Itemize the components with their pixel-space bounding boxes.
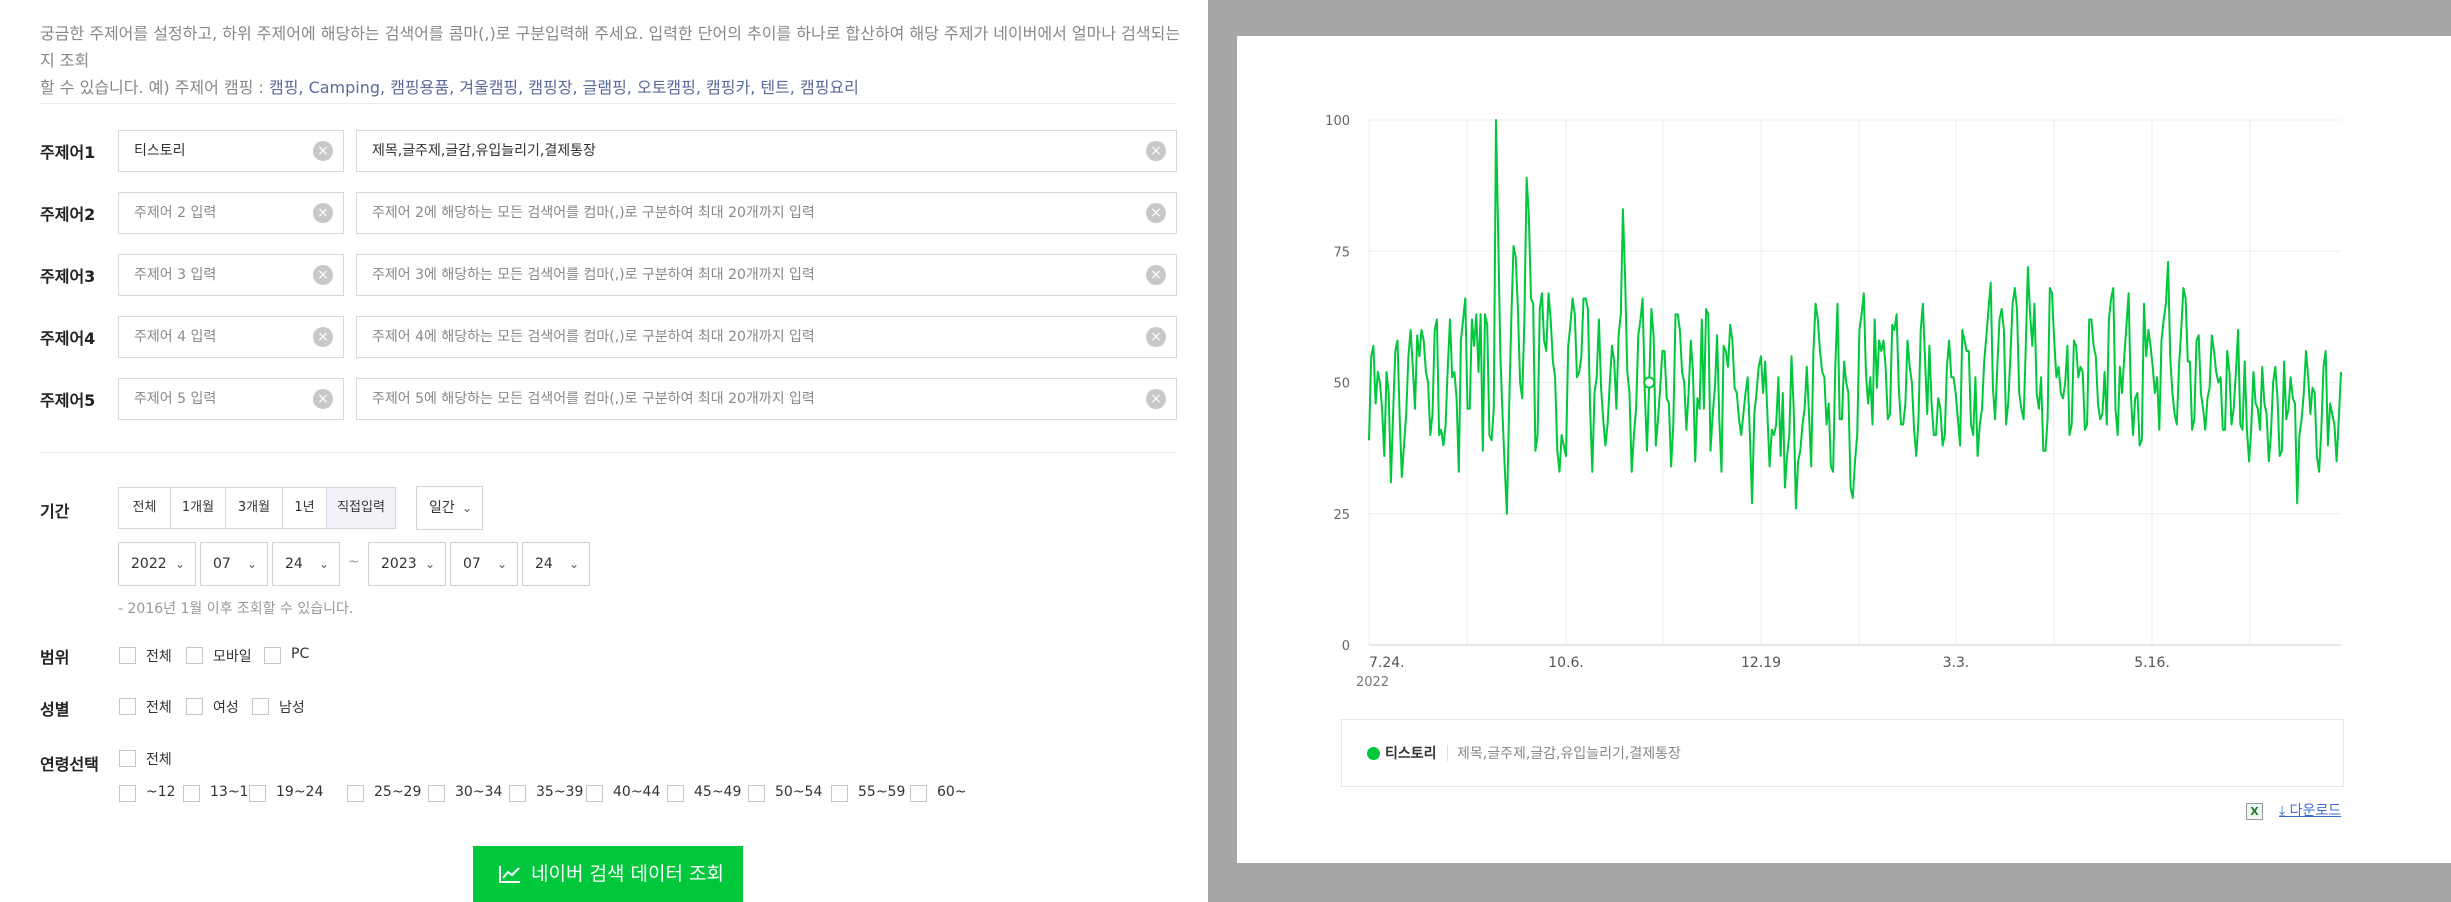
x-tick-label: 7.24. xyxy=(1369,655,1405,671)
legend-series-name: 티스토리 xyxy=(1385,746,1437,762)
x-tick-label: 5.16. xyxy=(2134,655,2170,671)
chart-legend: 티스토리 제목,글주제,글감,유입늘리기,결제통장 xyxy=(1341,719,2344,787)
series-line-tistory xyxy=(1368,119,2342,515)
y-tick-label: 25 xyxy=(1333,508,1350,523)
y-tick-label: 75 xyxy=(1333,245,1350,260)
download-label: 다운로드 xyxy=(2289,803,2342,819)
download-link[interactable]: ⤓ 다운로드 xyxy=(2279,800,2341,820)
y-tick-label: 50 xyxy=(1333,377,1350,392)
hover-marker xyxy=(1643,376,1656,389)
y-tick-label: 100 xyxy=(1325,114,1350,129)
legend-keywords: 제목,글주제,글감,유입늘리기,결제통장 xyxy=(1457,746,1681,762)
x-tick-label: 10.6. xyxy=(1548,655,1584,671)
x-tick-label: 12.19 xyxy=(1741,655,1781,671)
x-tick-sublabel: 2022 xyxy=(1356,675,1389,690)
y-tick-label: 0 xyxy=(1342,639,1350,654)
x-axis-ticks: 7.24. 10.6. 12.19 3.3. 5.16. 2022 xyxy=(1356,655,2170,690)
excel-icon[interactable]: X xyxy=(2246,803,2263,820)
legend-separator xyxy=(1447,745,1448,761)
y-axis-ticks: 0 25 50 75 100 xyxy=(1325,114,1350,654)
legend-dot xyxy=(1367,747,1380,760)
x-tick-label: 3.3. xyxy=(1943,655,1970,671)
